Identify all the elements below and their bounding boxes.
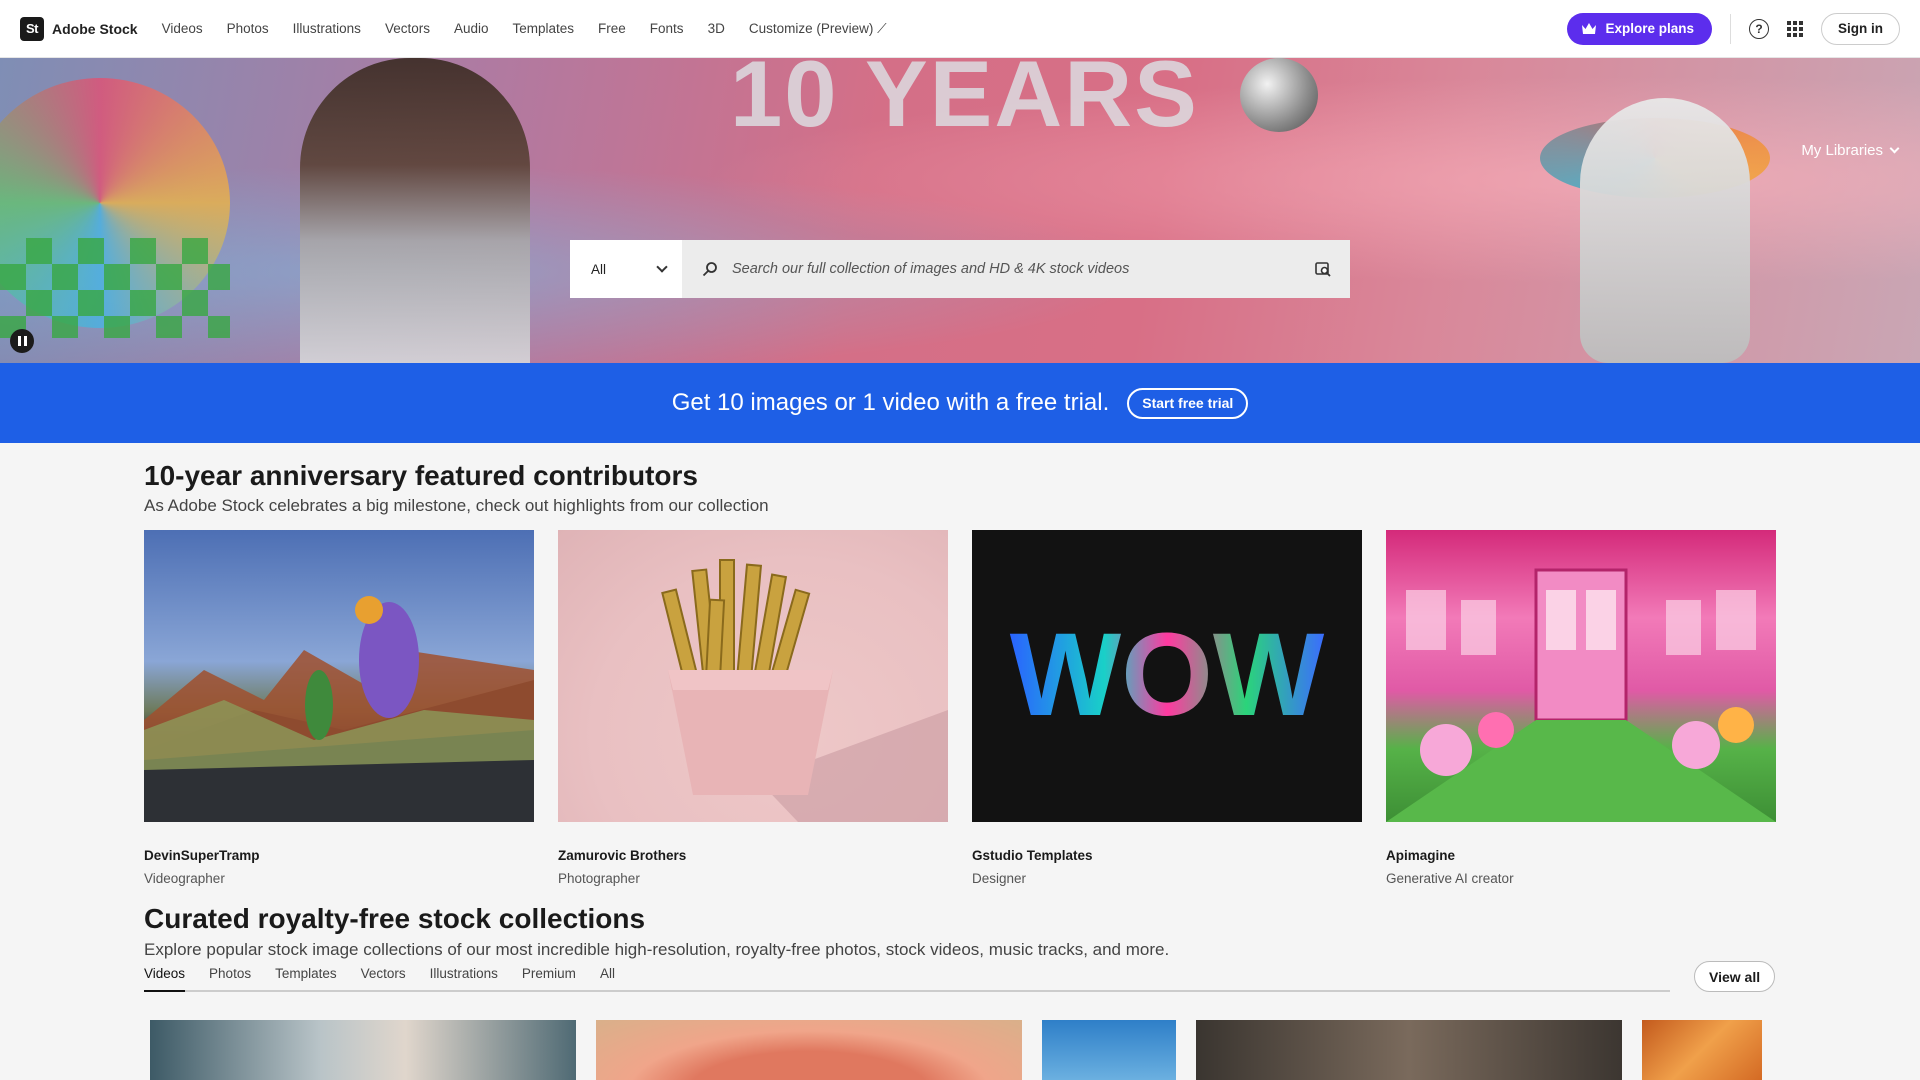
nav-link-audio[interactable]: Audio <box>454 21 489 37</box>
search-field <box>682 240 1350 298</box>
collections-title: Curated royalty-free stock collections <box>144 903 646 934</box>
contributor-image-wow[interactable]: WOW <box>972 530 1362 822</box>
contributor-role: Generative AI creator <box>1386 871 1514 886</box>
nav-link-templates[interactable]: Templates <box>513 21 575 37</box>
brand-name: Adobe Stock <box>52 20 138 37</box>
contributor-card[interactable]: Zamurovic Brothers Photographer <box>558 530 948 886</box>
collection-tabs: Videos Photos Templates Vectors Illustra… <box>144 966 1670 992</box>
tab-illustrations[interactable]: Illustrations <box>430 966 498 992</box>
explore-plans-button[interactable]: Explore plans <box>1567 12 1712 45</box>
contributor-image-pink-train[interactable] <box>1386 530 1776 822</box>
visual-search-icon[interactable] <box>1314 260 1332 278</box>
search-bar: All <box>570 240 1350 298</box>
nav-link-free[interactable]: Free <box>598 21 626 37</box>
nav-link-customize-label: Customize (Preview) <box>748 20 874 36</box>
sparkle-icon: ⟋ <box>877 20 887 36</box>
nav-link-illustrations[interactable]: Illustrations <box>293 21 361 37</box>
contributor-name[interactable]: Apimagine <box>1386 848 1776 863</box>
top-nav: St Adobe Stock Videos Photos Illustratio… <box>0 0 1920 58</box>
contributor-role: Photographer <box>558 871 640 886</box>
my-libraries-label: My Libraries <box>1801 142 1883 159</box>
hero-banner: 10 YEARS My Libraries All <box>0 58 1920 363</box>
nav-links: Videos Photos Illustrations Vectors Audi… <box>162 21 887 37</box>
view-all-button[interactable]: View all <box>1694 961 1776 992</box>
collection-thumb[interactable] <box>1642 1020 1762 1080</box>
adobe-stock-logo: St <box>20 16 44 41</box>
contributor-name[interactable]: Zamurovic Brothers <box>558 848 948 863</box>
nav-link-3d[interactable]: 3D <box>708 21 725 37</box>
contributor-name[interactable]: DevinSuperTramp <box>144 848 534 863</box>
collection-thumb[interactable] <box>1042 1020 1176 1080</box>
chevron-down-icon <box>1889 143 1900 154</box>
contributor-card[interactable]: WOW Gstudio Templates Designer <box>972 530 1362 886</box>
tab-templates[interactable]: Templates <box>275 966 337 992</box>
contributor-cards: DevinSuperTramp Videographer Zamurovic B <box>144 530 1777 886</box>
wow-text: WOW <box>1010 609 1325 741</box>
my-libraries-toggle[interactable]: My Libraries <box>1801 142 1900 159</box>
sign-in-button[interactable]: Sign in <box>1821 12 1900 45</box>
nav-link-photos[interactable]: Photos <box>227 21 269 37</box>
search-scope-select[interactable]: All <box>570 240 682 298</box>
hero-art-statue <box>1580 98 1750 363</box>
hero-art-person <box>300 58 530 363</box>
tab-premium[interactable]: Premium <box>522 966 576 992</box>
contributor-role: Videographer <box>144 871 225 886</box>
tab-videos[interactable]: Videos <box>144 966 186 992</box>
contributor-card[interactable]: Apimagine Generative AI creator <box>1386 530 1776 886</box>
nav-link-vectors[interactable]: Vectors <box>385 21 430 37</box>
help-icon[interactable]: ? <box>1749 18 1769 39</box>
hero-title: 10 YEARS <box>730 58 1199 146</box>
featured-title: 10-year anniversary featured contributor… <box>144 460 698 491</box>
apps-grid-icon[interactable] <box>1787 20 1803 37</box>
contributor-image-skateboarder[interactable] <box>144 530 534 822</box>
divider <box>1730 13 1731 44</box>
start-free-trial-button[interactable]: Start free trial <box>1127 387 1249 419</box>
contributor-name[interactable]: Gstudio Templates <box>972 848 1362 863</box>
search-scope-value: All <box>591 261 607 277</box>
nav-link-videos[interactable]: Videos <box>162 21 203 37</box>
search-input[interactable] <box>732 261 1300 277</box>
contributor-role: Designer <box>972 871 1027 886</box>
nav-link-fonts[interactable]: Fonts <box>650 21 684 37</box>
search-icon <box>702 262 717 277</box>
collection-thumb[interactable] <box>596 1020 1022 1080</box>
featured-subtitle: As Adobe Stock celebrates a big mileston… <box>144 496 769 515</box>
nav-link-customize[interactable]: Customize (Preview) ⟋ <box>749 21 887 37</box>
contributor-card[interactable]: DevinSuperTramp Videographer <box>144 530 534 886</box>
tab-all[interactable]: All <box>600 966 615 992</box>
tab-photos[interactable]: Photos <box>209 966 251 992</box>
pause-button[interactable] <box>10 329 34 353</box>
collections-subtitle: Explore popular stock image collections … <box>144 940 1170 959</box>
collection-thumb[interactable] <box>150 1020 576 1080</box>
free-trial-banner: Get 10 images or 1 video with a free tri… <box>0 363 1920 443</box>
hero-art-discoball <box>1240 58 1318 132</box>
contributor-image-gold-fries[interactable] <box>558 530 948 822</box>
collection-thumb[interactable] <box>1196 1020 1622 1080</box>
explore-plans-label: Explore plans <box>1605 21 1694 36</box>
hero-art-checker <box>0 238 230 338</box>
nav-right: Explore plans ? Sign in <box>1567 12 1900 45</box>
free-trial-text: Get 10 images or 1 video with a free tri… <box>671 389 1110 416</box>
tab-vectors[interactable]: Vectors <box>361 966 406 992</box>
chevron-down-icon <box>656 261 668 273</box>
brand[interactable]: St Adobe Stock <box>20 16 138 41</box>
crown-icon <box>1582 23 1597 34</box>
